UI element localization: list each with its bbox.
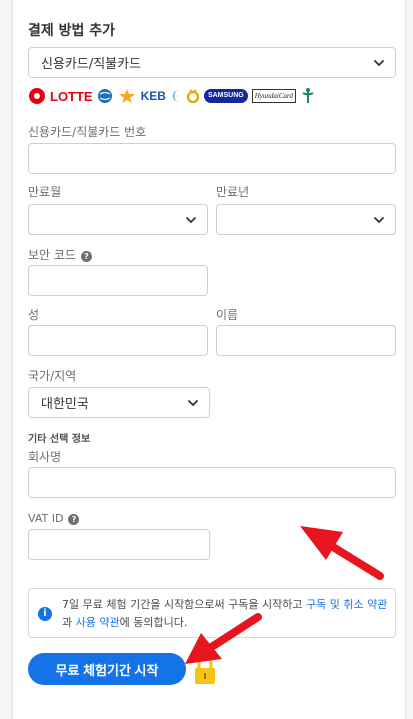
- payment-type-value: 신용카드/직불카드: [41, 57, 142, 72]
- first-name-input[interactable]: [216, 325, 396, 356]
- card-number-label: 신용카드/직불카드 번호: [28, 125, 147, 139]
- help-icon[interactable]: ?: [80, 251, 92, 262]
- expiry-month-label: 만료월: [28, 185, 62, 199]
- samsung-brand-badge: SAMSUNG: [203, 89, 248, 103]
- chevron-down-icon: [186, 216, 196, 223]
- last-name-input[interactable]: [28, 325, 208, 356]
- notice-text-part: 에 동의합니다.: [119, 616, 188, 629]
- expiry-year-label: 만료년: [216, 185, 250, 199]
- company-label: 회사명: [28, 450, 62, 464]
- lotte-logo-icon: [29, 88, 45, 104]
- vat-label: VAT ID?: [28, 512, 80, 525]
- last-name-label: 성: [28, 308, 40, 322]
- hyundai-brand-badge: HyundaiCard: [251, 89, 296, 103]
- terms-notice-text: 7일 무료 체험 기간을 시작함으로써 구독을 시작하고 구독 및 취소 약관과…: [62, 596, 392, 632]
- notice-text-part: 7일 무료 체험 기간을 시작함으로써 구독을 시작하고: [62, 598, 306, 611]
- vat-label-text: VAT ID: [28, 512, 64, 525]
- chevron-down-icon: [374, 216, 384, 223]
- chevron-down-icon: [188, 399, 198, 406]
- moon-logo-icon: [172, 90, 179, 102]
- chevron-down-icon: [374, 59, 384, 66]
- optional-info-heading: 기타 선택 정보: [28, 434, 91, 445]
- expiry-year-select[interactable]: [216, 204, 396, 235]
- security-code-input[interactable]: [28, 265, 208, 296]
- globe-logo-icon: [97, 89, 112, 103]
- notice-text-part: 과: [62, 616, 76, 629]
- company-input[interactable]: [28, 467, 396, 498]
- star-logo-icon: [118, 89, 135, 103]
- help-icon[interactable]: ?: [68, 514, 80, 525]
- start-free-trial-button[interactable]: 무료 체험기간 시작: [28, 653, 186, 685]
- subscription-terms-link[interactable]: 구독 및 취소 약관: [306, 598, 387, 611]
- section-title: 결제 방법 추가: [28, 23, 116, 39]
- security-code-label: 보안 코드?: [28, 246, 92, 263]
- expiry-month-select[interactable]: [28, 204, 208, 235]
- ring-logo-icon: [186, 89, 200, 104]
- keb-brand-label: KEB: [140, 89, 166, 103]
- country-value: 대한민국: [41, 397, 89, 412]
- shinhan-logo-icon: [302, 88, 314, 103]
- security-code-label-text: 보안 코드: [28, 248, 76, 262]
- first-name-label: 이름: [216, 308, 239, 322]
- terms-notice: i 7일 무료 체험 기간을 시작함으로써 구독을 시작하고 구독 및 취소 약…: [28, 588, 396, 638]
- lotte-brand-label: LOTTE: [50, 88, 93, 104]
- country-label: 국가/지역: [28, 369, 77, 383]
- card-number-input[interactable]: [28, 143, 396, 174]
- payment-type-select[interactable]: 신용카드/직불카드: [28, 47, 396, 78]
- info-icon: i: [38, 607, 52, 621]
- card-brand-logos: LOTTE KEB SAMSUNG HyundaiCard: [28, 85, 316, 107]
- terms-of-use-link[interactable]: 사용 약관: [76, 616, 120, 629]
- lock-icon: [195, 655, 215, 684]
- country-select[interactable]: 대한민국: [28, 387, 210, 418]
- vat-input[interactable]: [28, 529, 210, 560]
